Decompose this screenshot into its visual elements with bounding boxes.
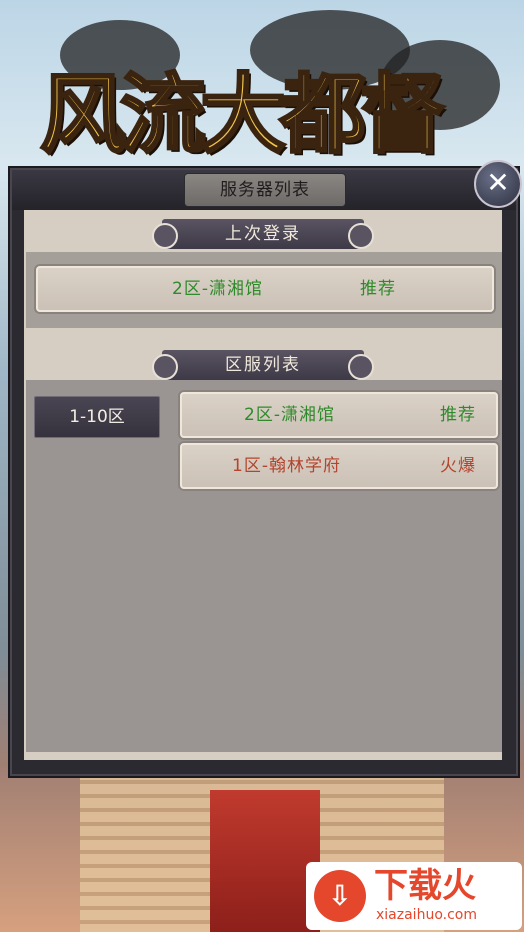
- watermark-url: xiazaihuo.com: [376, 907, 477, 923]
- server-tag: 推荐: [440, 405, 476, 425]
- watermark-logo: ⇩ 下载火 xiazaihuo.com: [306, 862, 522, 930]
- red-carpet: [210, 790, 320, 932]
- last-login-label: 上次登录: [225, 224, 301, 244]
- close-button[interactable]: ✕: [474, 160, 522, 208]
- download-icon: ⇩: [314, 870, 366, 922]
- server-list-label: 区服列表: [225, 355, 301, 375]
- server-name: 2区-潇湘馆: [172, 279, 263, 299]
- server-name: 2区-潇湘馆: [244, 405, 335, 425]
- server-tag: 推荐: [360, 279, 396, 299]
- watermark-text: 下载火: [374, 866, 476, 906]
- game-title-text: 风流大都督: [39, 63, 448, 167]
- game-title: 风流大都督: [39, 60, 490, 170]
- server-list-ribbon: 区服列表: [152, 350, 374, 380]
- server-tag: 火爆: [440, 456, 476, 476]
- server-name: 1区-翰林学府: [232, 456, 341, 476]
- region-tab-1-10[interactable]: 1-10区: [34, 396, 160, 438]
- last-login-ribbon: 上次登录: [152, 219, 374, 249]
- server-item-1[interactable]: 1区-翰林学府 火爆: [180, 443, 498, 489]
- panel-title: 服务器列表: [184, 173, 346, 207]
- panel-header-bar: 服务器列表: [12, 170, 516, 210]
- server-item-2[interactable]: 2区-潇湘馆 推荐: [180, 392, 498, 438]
- last-login-server-button[interactable]: 2区-潇湘馆 推荐: [36, 266, 494, 312]
- close-icon: ✕: [486, 166, 510, 199]
